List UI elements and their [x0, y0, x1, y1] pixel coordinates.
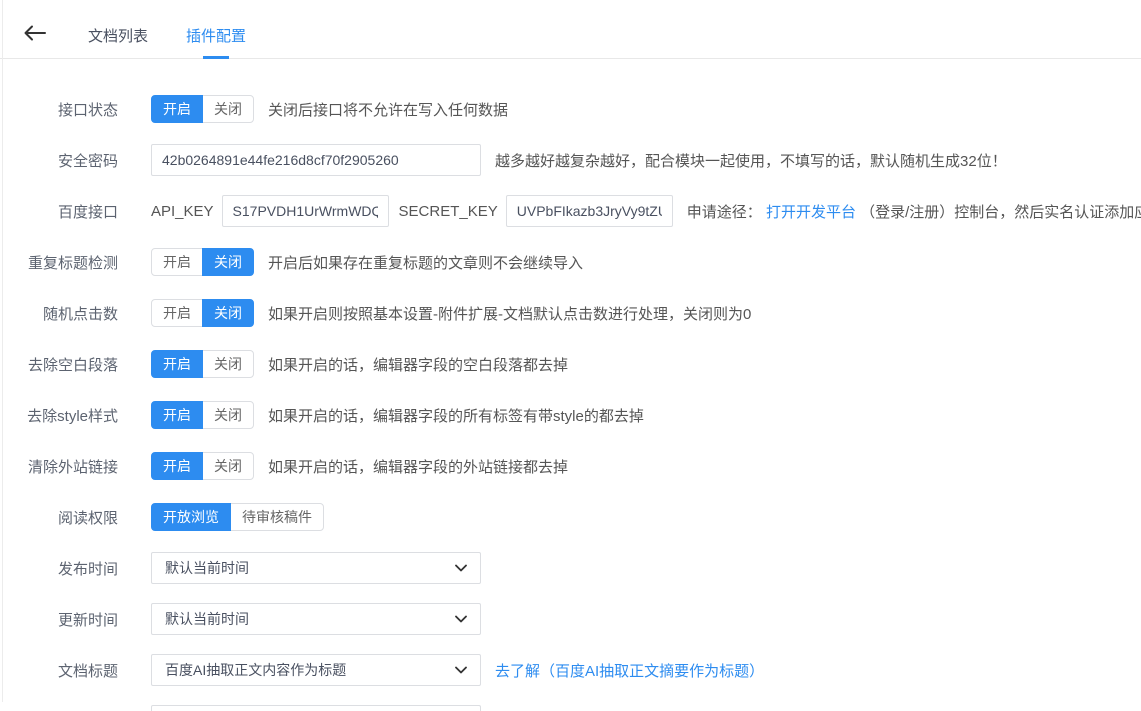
chevron-down-icon	[455, 615, 467, 623]
next-field-partial	[151, 705, 481, 711]
row-interface-status: 接口状态 开启 关闭 关闭后接口将不允许在写入任何数据	[0, 93, 1141, 125]
duplicate-title-off-button[interactable]: 关闭	[202, 248, 254, 276]
remove-blank-toggle: 开启 关闭	[151, 350, 254, 378]
security-password-input[interactable]	[151, 144, 481, 176]
help-text: 开启后如果存在重复标题的文章则不会继续导入	[268, 252, 583, 273]
field-label: 清除外站链接	[0, 456, 118, 477]
remove-external-links-off-button[interactable]: 关闭	[202, 452, 254, 480]
field-label: 百度接口	[0, 201, 118, 222]
interface-status-toggle: 开启 关闭	[151, 95, 254, 123]
tabs: 文档列表 插件配置	[48, 12, 246, 58]
help-text: 如果开启的话，编辑器字段的空白段落都去掉	[268, 354, 568, 375]
doc-title-select[interactable]: 百度AI抽取正文内容作为标题	[151, 654, 481, 686]
field-label: 安全密码	[0, 150, 118, 171]
row-publish-time: 发布时间 默认当前时间	[0, 552, 1141, 584]
read-permission-open-button[interactable]: 开放浏览	[151, 503, 231, 531]
publish-time-select[interactable]: 默认当前时间	[151, 552, 481, 584]
plugin-config-form: 接口状态 开启 关闭 关闭后接口将不允许在写入任何数据 安全密码 越多越好越复杂…	[0, 59, 1141, 711]
remove-blank-on-button[interactable]: 开启	[151, 350, 203, 378]
help-text: 如果开启则按照基本设置-附件扩展-文档默认点击数进行处理，关闭则为0	[268, 303, 751, 324]
field-label: 重复标题检测	[0, 252, 118, 273]
field-label: 发布时间	[0, 558, 118, 579]
secret-key-input[interactable]	[506, 195, 673, 227]
remove-style-off-button[interactable]: 关闭	[202, 401, 254, 429]
field-label: 更新时间	[0, 609, 118, 630]
field-label: 阅读权限	[0, 507, 118, 528]
help-text: 关闭后接口将不允许在写入任何数据	[268, 99, 508, 120]
random-clicks-off-button[interactable]: 关闭	[202, 299, 254, 327]
duplicate-title-on-button[interactable]: 开启	[151, 248, 203, 276]
open-dev-platform-link[interactable]: 打开开发平台	[766, 204, 856, 221]
read-permission-toggle: 开放浏览 待审核稿件	[151, 503, 324, 531]
row-baidu-api: 百度接口 API_KEY SECRET_KEY 申请途径： 打开开发平台 （登录…	[0, 195, 1141, 227]
update-time-selected-value: 默认当前时间	[165, 609, 249, 629]
doc-title-selected-value: 百度AI抽取正文内容作为标题	[165, 660, 346, 680]
row-update-time: 更新时间 默认当前时间	[0, 603, 1141, 635]
read-permission-pending-button[interactable]: 待审核稿件	[230, 503, 324, 531]
row-remove-style: 去除style样式 开启 关闭 如果开启的话，编辑器字段的所有标签有带style…	[0, 399, 1141, 431]
apply-path-prefix: 申请途径：	[687, 204, 762, 221]
api-key-label: API_KEY	[151, 203, 214, 220]
chevron-down-icon	[455, 666, 467, 674]
duplicate-title-toggle: 开启 关闭	[151, 248, 254, 276]
panel-left-border	[2, 0, 3, 702]
remove-blank-off-button[interactable]: 关闭	[202, 350, 254, 378]
doc-title-learn-more-link[interactable]: 去了解（百度AI抽取正文摘要作为标题）	[495, 660, 764, 681]
chevron-down-icon	[455, 564, 467, 572]
help-text: 越多越好越复杂越好，配合模块一起使用，不填写的话，默认随机生成32位！	[495, 150, 1007, 171]
row-random-clicks: 随机点击数 开启 关闭 如果开启则按照基本设置-附件扩展-文档默认点击数进行处理…	[0, 297, 1141, 329]
random-clicks-toggle: 开启 关闭	[151, 299, 254, 327]
field-label: 去除style样式	[0, 405, 118, 426]
row-security-password: 安全密码 越多越好越复杂越好，配合模块一起使用，不填写的话，默认随机生成32位！	[0, 144, 1141, 176]
tab-plugin-config[interactable]: 插件配置	[186, 12, 246, 58]
arrow-left-icon	[24, 25, 46, 46]
random-clicks-on-button[interactable]: 开启	[151, 299, 203, 327]
interface-status-on-button[interactable]: 开启	[151, 95, 203, 123]
update-time-select[interactable]: 默认当前时间	[151, 603, 481, 635]
interface-status-off-button[interactable]: 关闭	[202, 95, 254, 123]
tab-bar: 文档列表 插件配置	[0, 0, 1141, 59]
field-label: 文档标题	[0, 660, 118, 681]
help-text: 如果开启的话，编辑器字段的外站链接都去掉	[268, 456, 568, 477]
tab-document-list[interactable]: 文档列表	[88, 12, 148, 58]
help-text: 申请途径： 打开开发平台 （登录/注册）控制台，然后实名认证添加应用就看到了	[687, 201, 1141, 222]
row-remove-blank-paragraphs: 去除空白段落 开启 关闭 如果开启的话，编辑器字段的空白段落都去掉	[0, 348, 1141, 380]
api-key-input[interactable]	[222, 195, 389, 227]
row-duplicate-title: 重复标题检测 开启 关闭 开启后如果存在重复标题的文章则不会继续导入	[0, 246, 1141, 278]
remove-external-links-toggle: 开启 关闭	[151, 452, 254, 480]
field-label: 接口状态	[0, 99, 118, 120]
remove-external-links-on-button[interactable]: 开启	[151, 452, 203, 480]
help-text: 如果开启的话，编辑器字段的所有标签有带style的都去掉	[268, 405, 644, 426]
back-button[interactable]	[22, 24, 48, 46]
row-remove-external-links: 清除外站链接 开启 关闭 如果开启的话，编辑器字段的外站链接都去掉	[0, 450, 1141, 482]
remove-style-on-button[interactable]: 开启	[151, 401, 203, 429]
apply-path-suffix: （登录/注册）控制台，然后实名认证添加应用就看到了	[860, 204, 1141, 221]
row-doc-title: 文档标题 百度AI抽取正文内容作为标题 去了解（百度AI抽取正文摘要作为标题）	[0, 654, 1141, 686]
row-read-permission: 阅读权限 开放浏览 待审核稿件	[0, 501, 1141, 533]
field-label: 去除空白段落	[0, 354, 118, 375]
field-label: 随机点击数	[0, 303, 118, 324]
remove-style-toggle: 开启 关闭	[151, 401, 254, 429]
secret-key-label: SECRET_KEY	[399, 203, 498, 220]
publish-time-selected-value: 默认当前时间	[165, 558, 249, 578]
